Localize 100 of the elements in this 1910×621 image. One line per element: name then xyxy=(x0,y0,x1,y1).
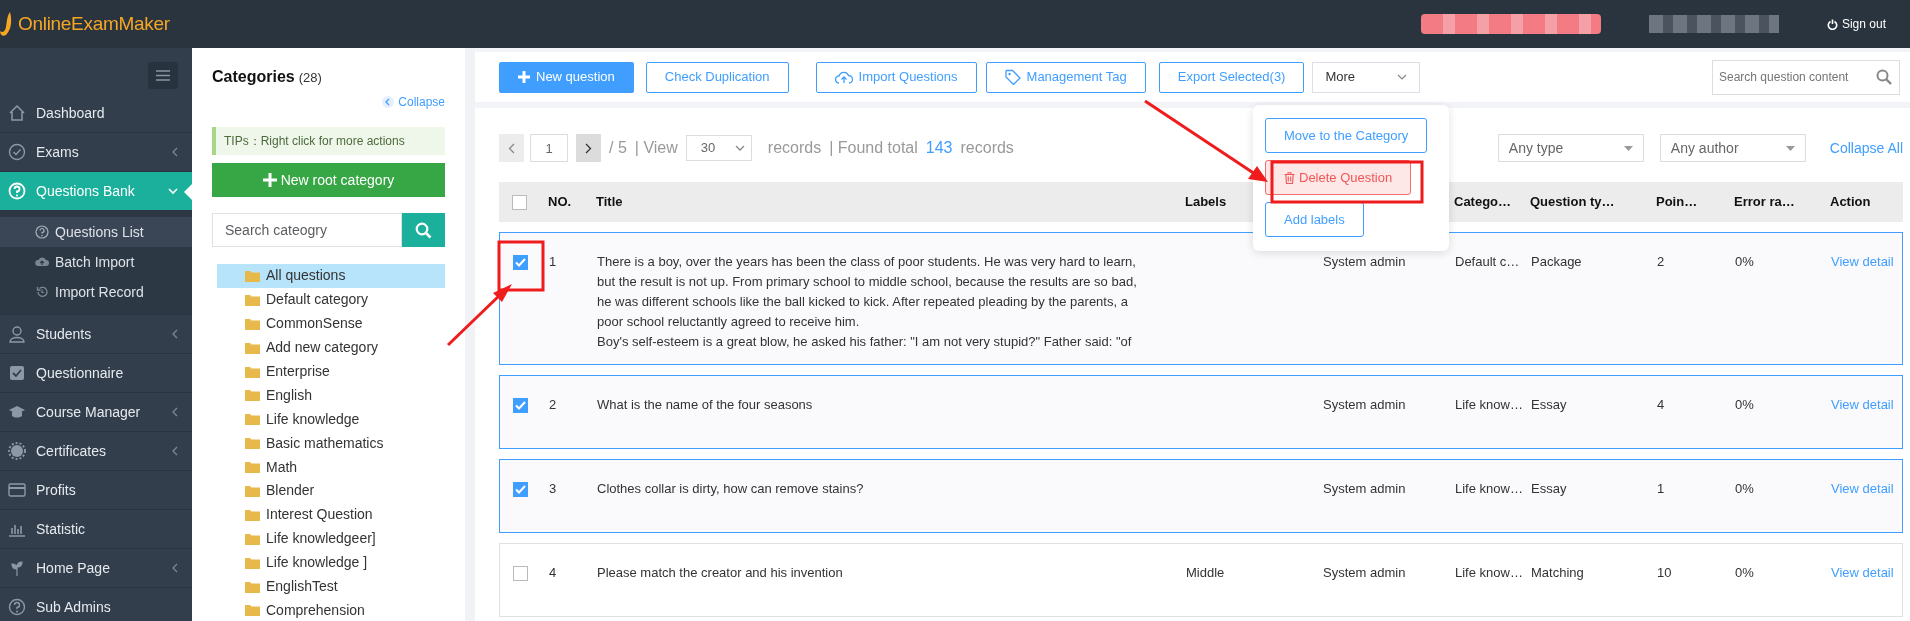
previous-page-button[interactable] xyxy=(499,134,524,162)
category-item[interactable]: CommonSense xyxy=(217,311,445,336)
check-icon xyxy=(515,485,526,494)
card-icon xyxy=(8,481,26,499)
table-row[interactable]: 3 Clothes collar is dirty, how can remove stains? System admin Life know… Essay 1 0% View detail xyxy=(499,459,1903,533)
next-page-button[interactable] xyxy=(576,134,601,162)
checkbox[interactable] xyxy=(513,398,528,413)
table-cell-text: System admin xyxy=(1323,396,1407,414)
column-header: NO. xyxy=(548,193,573,212)
category-item[interactable]: Math xyxy=(217,455,445,479)
table-cell-text: 2 xyxy=(549,396,558,414)
filter-dropdown[interactable]: Any author xyxy=(1659,134,1806,162)
badge-icon xyxy=(8,442,26,460)
tip-banner: TIPs：Right click for more actions xyxy=(212,127,445,155)
menu-icon[interactable] xyxy=(148,62,178,89)
sidebar-item[interactable]: Questionnaire xyxy=(0,354,192,393)
chevron-down-icon xyxy=(1397,74,1408,80)
table-cell-text: Middle xyxy=(1186,564,1226,582)
table-cell-text: Life know… xyxy=(1455,396,1524,414)
table-cell-text: Essay xyxy=(1531,480,1568,498)
category-item[interactable]: All questions xyxy=(217,264,445,288)
submenu-item[interactable]: Import Record xyxy=(0,277,192,307)
sidebar-item[interactable]: Certificates xyxy=(0,432,192,471)
folder-icon xyxy=(245,508,260,521)
category-item[interactable]: English xyxy=(217,383,445,408)
table-cell-text: 0% xyxy=(1735,253,1755,271)
category-item[interactable]: Add new category xyxy=(217,335,445,360)
table-cell-text: 10 xyxy=(1657,564,1673,582)
help-icon xyxy=(8,598,26,616)
folder-icon xyxy=(245,317,260,330)
search-field[interactable]: Search question content xyxy=(1712,59,1900,95)
table-cell-text: Essay xyxy=(1531,396,1568,414)
check-circle-icon xyxy=(8,143,26,161)
help-icon xyxy=(35,225,49,239)
search-field[interactable]: Search cateogry xyxy=(212,213,402,247)
cloud-upload-icon xyxy=(834,70,853,84)
table-row[interactable]: 4 Please match the creator and his invention Middle System admin Life know… Matching 10 0% View detail xyxy=(499,543,1903,617)
column-header: Action xyxy=(1830,193,1872,212)
record-count: 143 xyxy=(925,138,953,158)
category-item[interactable]: Default category xyxy=(217,287,445,312)
category-item[interactable]: Blender xyxy=(217,479,445,503)
category-item[interactable]: Life knowledgeer] xyxy=(217,526,445,551)
home-icon xyxy=(8,104,26,122)
chevron-left-icon xyxy=(172,563,178,573)
table-cell-text: 0% xyxy=(1735,480,1755,498)
category-item[interactable]: Enterprise xyxy=(217,359,445,384)
column-header: Error ra… xyxy=(1734,193,1796,212)
table-cell-text: 0% xyxy=(1735,396,1755,414)
folder-icon xyxy=(245,341,260,354)
checkbox[interactable] xyxy=(513,482,528,497)
table-row[interactable] xyxy=(499,232,1903,365)
plus-icon xyxy=(262,173,277,187)
folder-icon xyxy=(245,365,260,378)
submenu-item[interactable]: Questions List xyxy=(0,217,192,247)
total-pages: / 5 xyxy=(609,138,627,158)
records-label: records xyxy=(960,138,1014,158)
question-title: Boy's self-esteem is a great blow, he asked his father: "I am not very stupid?" Father said: "of xyxy=(597,333,1133,351)
submenu-item[interactable]: Batch Import xyxy=(0,247,192,277)
per-page-select[interactable]: 30 xyxy=(685,135,752,161)
chevron-down-icon xyxy=(734,145,745,151)
table-cell-text: 1 xyxy=(1657,480,1666,498)
page-field[interactable]: 1 xyxy=(530,134,568,162)
table-cell-text: Matching xyxy=(1531,564,1585,582)
annotation-arrow xyxy=(446,284,512,347)
checkbox[interactable] xyxy=(513,566,528,581)
sign-out-link[interactable]: Sign out xyxy=(1826,15,1886,33)
chevron-left-icon xyxy=(172,329,178,339)
table-cell-text: 4 xyxy=(549,564,558,582)
folder-icon xyxy=(245,413,260,426)
category-item[interactable]: EnglishTest xyxy=(217,574,445,599)
app-logo: OnlineExamMaker xyxy=(18,11,170,36)
checkbox[interactable] xyxy=(513,255,528,270)
history-icon xyxy=(35,285,49,299)
search-icon xyxy=(1876,68,1892,85)
chevron-left-icon xyxy=(172,407,178,417)
trash-icon xyxy=(1284,171,1295,184)
more-dropdown[interactable]: More xyxy=(1312,61,1421,93)
table-row[interactable]: 2 What is the name of the four seasons System admin Life know… Essay 4 0% View detail xyxy=(499,375,1903,449)
checkbox-icon xyxy=(8,364,26,382)
found-total-label: | Found total xyxy=(829,138,918,158)
category-item[interactable]: Basic mathematics xyxy=(217,431,445,456)
table-cell-text: Life know… xyxy=(1455,480,1524,498)
checkbox[interactable] xyxy=(512,194,527,210)
category-item[interactable]: Life knowledge ] xyxy=(217,550,445,575)
plant-icon xyxy=(8,559,26,577)
table-cell-text: System admin xyxy=(1323,564,1407,582)
category-item[interactable]: Interest Question xyxy=(217,502,445,527)
folder-icon xyxy=(245,293,260,306)
search-button[interactable] xyxy=(402,213,445,247)
category-item[interactable]: Life knowledge xyxy=(217,407,445,432)
column-header: Question ty… xyxy=(1530,193,1616,212)
help-icon xyxy=(8,182,26,200)
folder-icon xyxy=(245,604,260,617)
table-cell-text: Default c… xyxy=(1455,253,1521,271)
filter-dropdown[interactable]: Any type xyxy=(1497,134,1644,162)
column-header: Catego… xyxy=(1454,193,1513,212)
category-item[interactable]: Comprehension xyxy=(217,598,445,621)
folder-icon xyxy=(245,269,260,282)
logo-icon xyxy=(0,11,14,37)
folder-icon xyxy=(245,461,260,474)
